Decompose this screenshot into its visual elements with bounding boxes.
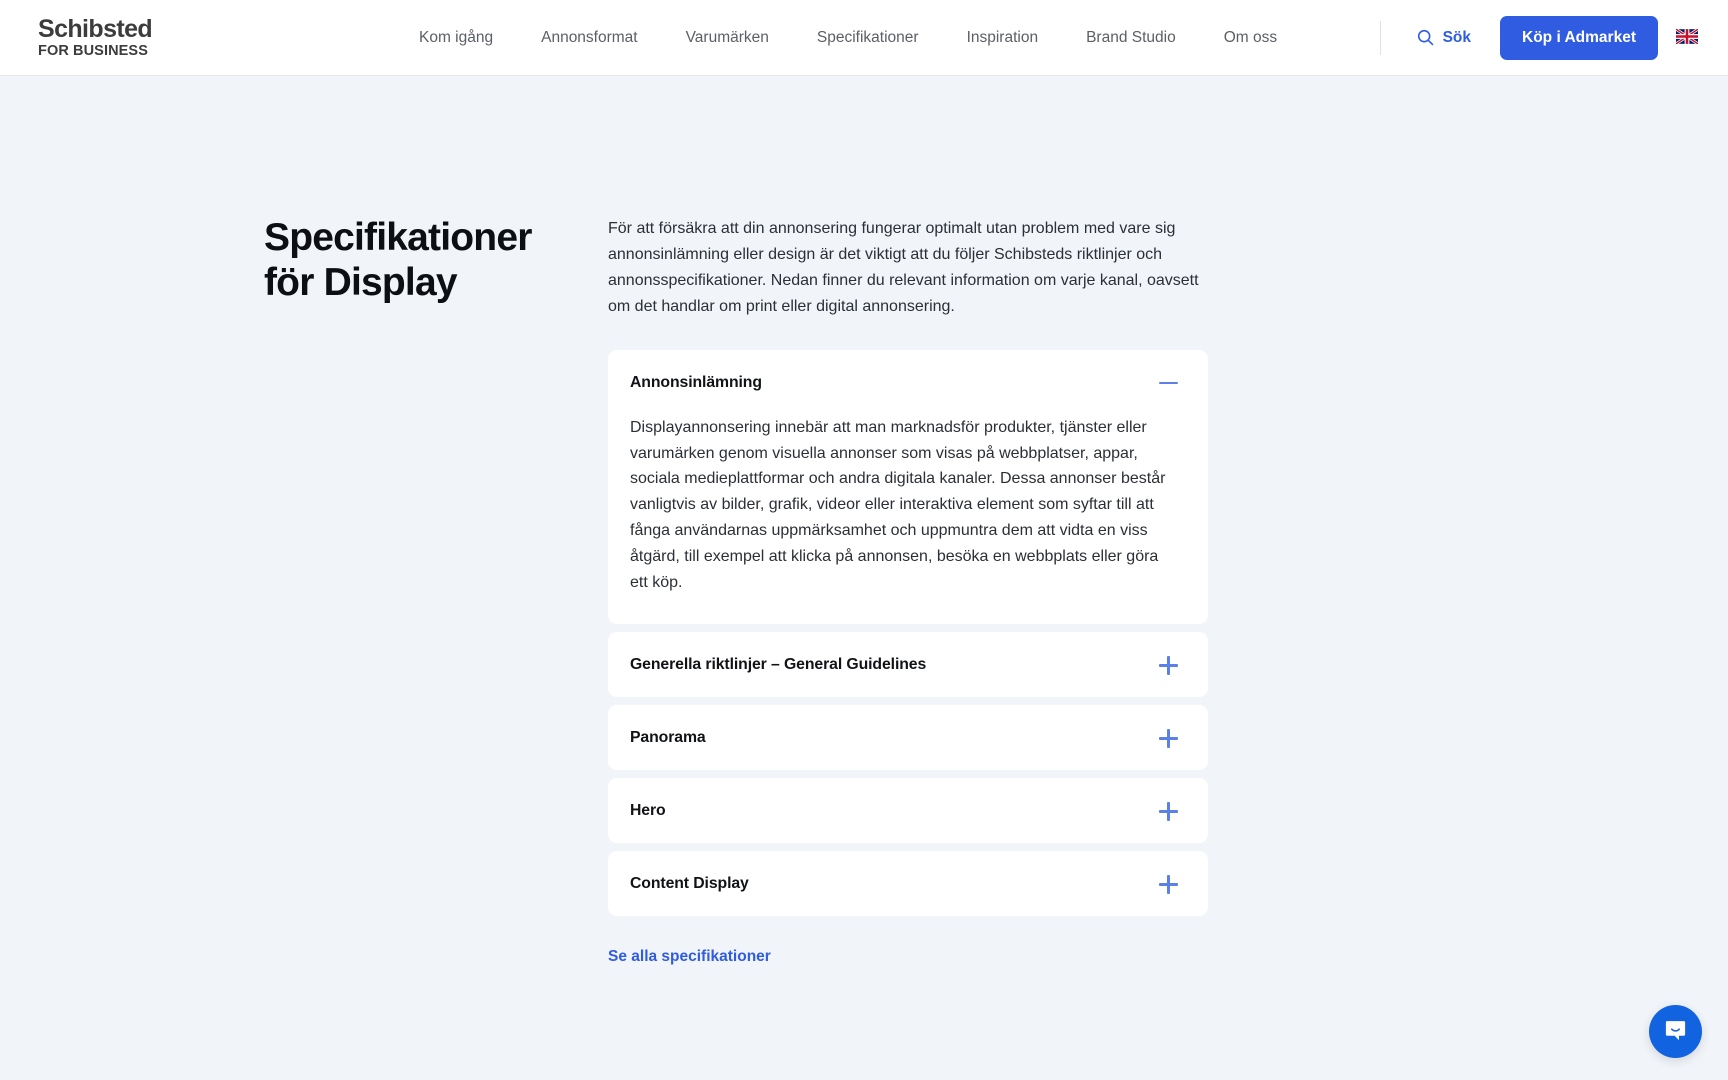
specifications-accordion: Annonsinlämning Displayannonsering inneb… xyxy=(608,349,1208,916)
nav-item-brand-studio[interactable]: Brand Studio xyxy=(1062,29,1200,47)
accordion-item-generella-riktlinjer: Generella riktlinjer – General Guideline… xyxy=(608,631,1208,697)
accordion-toggle-hero[interactable]: Hero xyxy=(608,778,1208,843)
uk-flag-icon xyxy=(1675,27,1699,47)
main-navigation: Kom igång Annonsformat Varumärken Specif… xyxy=(395,29,1301,47)
search-button[interactable]: Sök xyxy=(1417,29,1471,47)
accordion-item-hero: Hero xyxy=(608,777,1208,843)
nav-item-kom-igang[interactable]: Kom igång xyxy=(395,29,517,47)
plus-icon xyxy=(1159,801,1178,821)
plus-icon xyxy=(1159,874,1178,894)
language-switcher-button[interactable] xyxy=(1675,27,1699,47)
chat-bubble-icon xyxy=(1663,1018,1688,1046)
intro-paragraph: För att försäkra att din annonsering fun… xyxy=(608,220,1199,315)
brand-tagline: FOR BUSINESS xyxy=(38,42,148,59)
search-icon xyxy=(1417,29,1434,46)
brand-name: Schibsted xyxy=(38,14,153,43)
nav-item-inspiration[interactable]: Inspiration xyxy=(943,29,1063,47)
plus-icon xyxy=(1159,655,1178,675)
search-label: Sök xyxy=(1442,28,1472,46)
plus-icon xyxy=(1159,728,1178,748)
nav-item-specifikationer[interactable]: Specifikationer xyxy=(793,29,943,47)
accordion-title: Annonsinlämning xyxy=(630,374,762,392)
minus-icon xyxy=(1159,374,1178,393)
content-wrapper: Specifikationer för Display För att förs… xyxy=(0,76,1728,966)
accordion-title: Hero xyxy=(630,802,666,820)
site-header: Schibsted FOR BUSINESS Kom igång Annonsf… xyxy=(0,0,1728,76)
see-all-specifications-link[interactable]: Se alla specifikationer xyxy=(608,948,771,966)
title-column: Specifikationer för Display xyxy=(0,216,600,966)
header-actions: Sök Köp i Admarket xyxy=(1379,15,1699,60)
accordion-item-annonsinlamning: Annonsinlämning Displayannonsering inneb… xyxy=(608,349,1208,624)
chat-widget-button[interactable] xyxy=(1649,1005,1702,1058)
accordion-title: Generella riktlinjer – General Guideline… xyxy=(630,656,927,674)
page-title: Specifikationer för Display xyxy=(264,216,532,304)
accordion-item-content-display: Content Display xyxy=(608,850,1208,916)
accordion-toggle-content-display[interactable]: Content Display xyxy=(608,851,1208,916)
buy-in-admarket-button[interactable]: Köp i Admarket xyxy=(1500,15,1658,60)
content-column: För att försäkra att din annonsering fun… xyxy=(608,216,1208,966)
nav-item-varumarken[interactable]: Varumärken xyxy=(662,29,793,47)
accordion-toggle-generella-riktlinjer[interactable]: Generella riktlinjer – General Guideline… xyxy=(608,632,1208,697)
accordion-panel-annonsinlamning: Displayannonsering innebär att man markn… xyxy=(630,418,1166,592)
nav-item-om-oss[interactable]: Om oss xyxy=(1200,29,1301,47)
accordion-title: Content Display xyxy=(630,875,749,893)
accordion-toggle-panorama[interactable]: Panorama xyxy=(608,705,1208,770)
header-divider xyxy=(1379,20,1381,55)
page-body: Specifikationer för Display För att förs… xyxy=(0,76,1728,1080)
accordion-toggle-annonsinlamning[interactable]: Annonsinlämning xyxy=(608,350,1208,415)
accordion-item-panorama: Panorama xyxy=(608,704,1208,770)
brand-logo[interactable]: Schibsted FOR BUSINESS xyxy=(38,14,153,59)
nav-item-annonsformat[interactable]: Annonsformat xyxy=(517,29,662,47)
accordion-title: Panorama xyxy=(630,729,706,747)
